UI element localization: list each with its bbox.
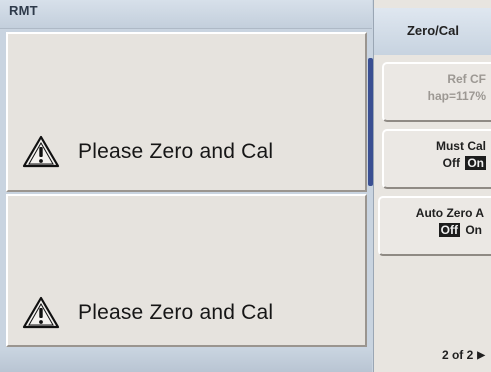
softkey-panel: Zero/Cal Ref CF hap=117% Must Cal Off On… — [373, 0, 491, 372]
page-label: 2 of 2 — [441, 348, 474, 362]
page-indicator[interactable]: 2 of 2 ▶ — [442, 348, 485, 362]
warning-message: Please Zero and Cal — [22, 135, 273, 168]
softkey-options: Off On — [384, 155, 486, 172]
softkey-options: Off On — [380, 222, 484, 239]
softkey-label: Ref CF — [447, 72, 486, 86]
warning-text: Please Zero and Cal — [78, 139, 274, 163]
softkey-ref-cf[interactable]: Ref CF hap=117% — [382, 62, 491, 122]
status-bar: RMT — [0, 0, 372, 29]
option-off-selected: Off — [438, 223, 460, 237]
instrument-screen: RMT Please Zero and Cal Please Zero and … — [0, 0, 491, 372]
measurement-window-1[interactable]: Please Zero and Cal — [6, 32, 367, 192]
softkey-label: Auto Zero A — [415, 206, 484, 220]
remote-status-label: RMT — [9, 3, 38, 18]
triangle-right-icon: ▶ — [477, 349, 485, 361]
softkey-value: hap=117% — [427, 89, 486, 103]
bottom-strip — [0, 349, 372, 372]
warning-message: Please Zero and Cal — [22, 296, 273, 329]
option-off: Off — [442, 156, 460, 170]
softkey-must-cal[interactable]: Must Cal Off On — [382, 129, 491, 189]
softkey-label: Must Cal — [435, 139, 486, 153]
warning-text: Please Zero and Cal — [78, 300, 274, 324]
option-on-selected: On — [465, 156, 486, 170]
warning-triangle-icon — [22, 135, 60, 168]
measurement-window-2[interactable]: Please Zero and Cal — [6, 194, 367, 347]
option-on: On — [465, 223, 482, 237]
softkey-auto-zero[interactable]: Auto Zero A Off On — [378, 196, 491, 256]
menu-title: Zero/Cal — [374, 8, 491, 55]
warning-triangle-icon — [22, 296, 60, 329]
